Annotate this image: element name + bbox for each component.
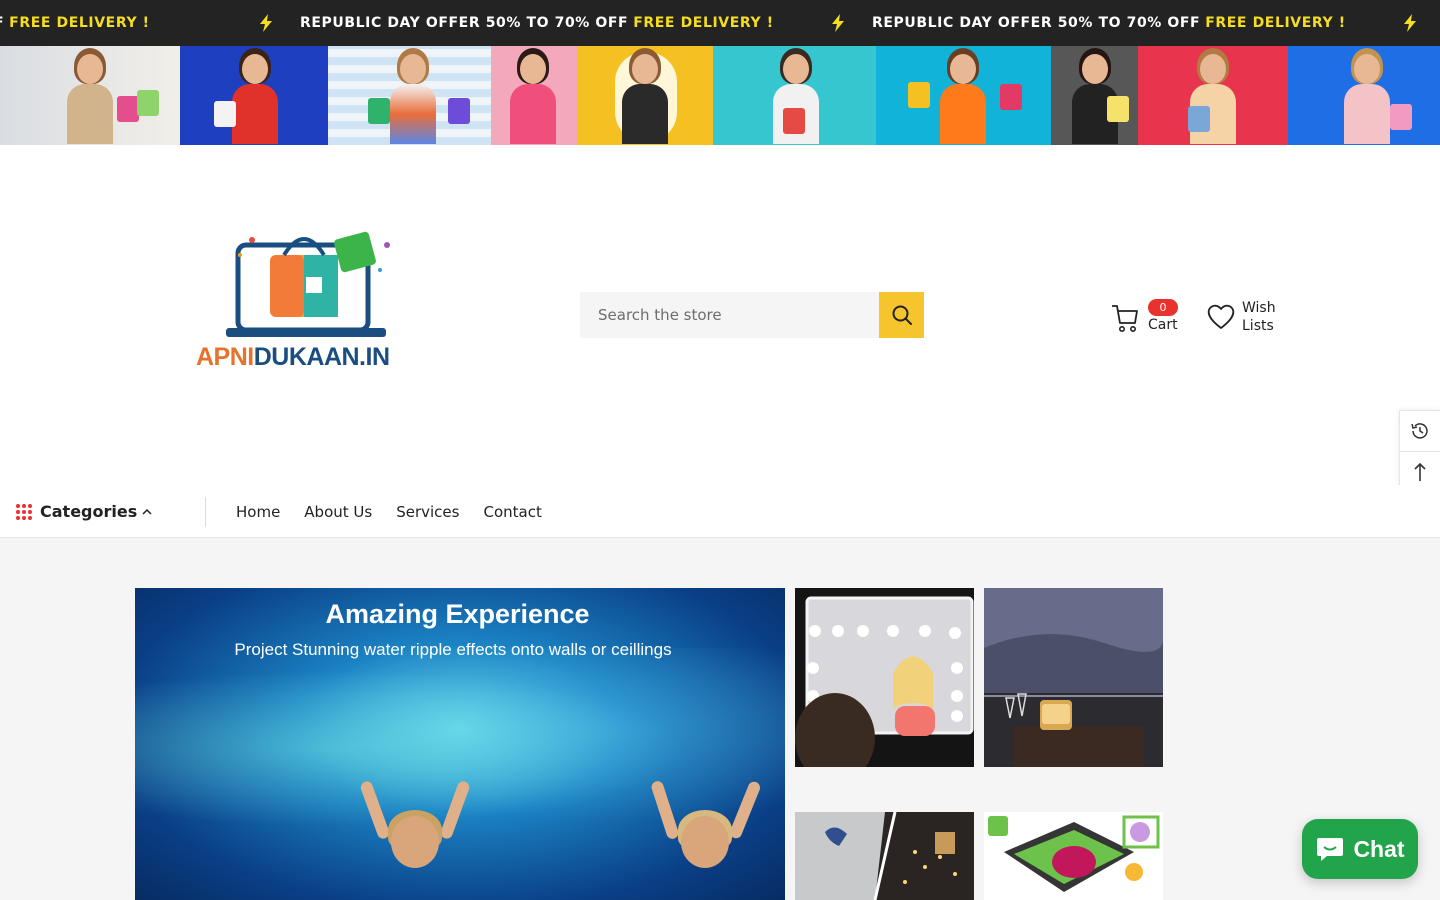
garden-lights-image bbox=[795, 812, 974, 900]
shopper-figure bbox=[761, 46, 831, 145]
vegetable-chopper-image bbox=[984, 812, 1163, 900]
shopper-figure bbox=[1332, 46, 1412, 145]
banner-image bbox=[491, 46, 577, 145]
announcement-item: REPUBLIC DAY OFFER 50% TO 70% OFF FREE D… bbox=[256, 0, 774, 46]
search-input[interactable] bbox=[580, 292, 879, 338]
shopper-figure bbox=[908, 46, 1022, 145]
search-button[interactable] bbox=[879, 292, 924, 338]
search-icon bbox=[892, 305, 912, 325]
nav-menu: Home About Us Services Contact bbox=[236, 485, 566, 538]
shopper-figure bbox=[503, 46, 563, 145]
product-thumbnail-garden-lights[interactable] bbox=[795, 812, 974, 900]
lightning-bolt-icon bbox=[832, 14, 844, 32]
nav-item-services[interactable]: Services bbox=[396, 503, 459, 521]
grid-icon bbox=[16, 503, 32, 520]
lightning-bolt-icon bbox=[1404, 14, 1416, 32]
nav-item-about-us[interactable]: About Us bbox=[304, 503, 372, 521]
main-navigation: Categories Home About Us Services Contac… bbox=[0, 485, 1440, 538]
announcement-bar: F FREE DELIVERY ! REPUBLIC DAY OFFER 50%… bbox=[0, 0, 1440, 46]
announcement-highlight: FREE DELIVERY ! bbox=[9, 15, 150, 31]
nav-divider bbox=[205, 497, 206, 527]
shopper-figure bbox=[1065, 46, 1129, 145]
announcement-highlight: FREE DELIVERY ! bbox=[1205, 15, 1346, 31]
announcement-item: R bbox=[1400, 0, 1440, 46]
child-figure bbox=[355, 779, 475, 900]
banner-image bbox=[1051, 46, 1138, 145]
main-content: Amazing Experience Project Stunning wate… bbox=[0, 538, 1440, 900]
chat-widget-button[interactable]: Chat bbox=[1302, 819, 1418, 879]
hero-banner[interactable]: Amazing Experience Project Stunning wate… bbox=[135, 588, 785, 900]
table-lamp-image bbox=[984, 588, 1163, 767]
cart-button[interactable]: 0 Cart bbox=[1110, 297, 1190, 337]
lightning-bolt-icon bbox=[260, 14, 272, 32]
chat-label: Chat bbox=[1353, 835, 1405, 862]
banner-image bbox=[577, 46, 713, 145]
wishlist-label: Wish Lists bbox=[1242, 300, 1276, 334]
categories-label: Categories bbox=[40, 502, 138, 521]
announcement-text: REPUBLIC DAY OFFER 50% TO 70% OFF bbox=[872, 15, 1201, 31]
history-icon bbox=[1411, 423, 1428, 439]
chat-bubble-icon bbox=[1317, 838, 1344, 861]
cart-icon bbox=[1112, 305, 1138, 332]
shopper-figure bbox=[613, 46, 677, 145]
logo-text: APNIDUKAAN.IN bbox=[196, 343, 390, 372]
nav-item-contact[interactable]: Contact bbox=[483, 503, 541, 521]
recently-viewed-button[interactable] bbox=[1400, 411, 1440, 451]
site-logo[interactable]: APNIDUKAAN.IN bbox=[192, 215, 446, 385]
search-form bbox=[580, 292, 924, 338]
child-figure bbox=[645, 779, 765, 900]
wishlist-button[interactable]: Wish Lists bbox=[1206, 297, 1296, 337]
shopper-figure bbox=[1178, 46, 1248, 145]
logo-laptop-bag-image bbox=[226, 231, 390, 337]
banner-image bbox=[180, 46, 328, 145]
shopper-figure bbox=[368, 46, 470, 145]
hero-subtitle: Project Stunning water ripple effects on… bbox=[234, 640, 672, 659]
nav-item-home[interactable]: Home bbox=[236, 503, 280, 521]
banner-image bbox=[876, 46, 1051, 145]
heart-icon bbox=[1207, 304, 1235, 329]
announcement-track: F FREE DELIVERY ! REPUBLIC DAY OFFER 50%… bbox=[0, 0, 1440, 46]
categories-toggle[interactable]: Categories bbox=[15, 485, 152, 538]
side-toolbar bbox=[1399, 410, 1440, 490]
banner-image bbox=[328, 46, 491, 145]
announcement-fragment: F bbox=[0, 15, 4, 31]
announcement-highlight: FREE DELIVERY ! bbox=[633, 15, 774, 31]
hero-title: Amazing Experience bbox=[325, 599, 590, 629]
promo-banner-strip[interactable] bbox=[0, 46, 1440, 145]
logo-text-apni: APNI bbox=[196, 343, 254, 371]
chevron-up-icon bbox=[142, 508, 152, 515]
banner-image bbox=[1288, 46, 1440, 145]
cart-label: Cart bbox=[1148, 317, 1178, 333]
product-thumbnail-vegetable-chopper[interactable] bbox=[984, 812, 1163, 900]
vanity-mirror-image bbox=[795, 588, 974, 767]
banner-image bbox=[713, 46, 876, 145]
cart-count-badge: 0 bbox=[1148, 299, 1178, 316]
logo-text-dukaan: DUKAAN.IN bbox=[253, 343, 390, 371]
shopper-figure bbox=[214, 46, 290, 145]
product-thumbnail-table-lamp[interactable] bbox=[984, 588, 1163, 767]
site-header: APNIDUKAAN.IN 0 Cart Wish Lists bbox=[0, 145, 1440, 485]
banner-image bbox=[0, 46, 180, 145]
arrow-up-icon bbox=[1414, 462, 1426, 481]
announcement-item: F FREE DELIVERY ! bbox=[0, 0, 150, 46]
banner-image bbox=[1138, 46, 1288, 145]
shopper-figure bbox=[55, 46, 159, 145]
announcement-text: REPUBLIC DAY OFFER 50% TO 70% OFF bbox=[300, 15, 629, 31]
product-thumbnail-vanity-mirror[interactable] bbox=[795, 588, 974, 767]
announcement-item: REPUBLIC DAY OFFER 50% TO 70% OFF FREE D… bbox=[828, 0, 1346, 46]
